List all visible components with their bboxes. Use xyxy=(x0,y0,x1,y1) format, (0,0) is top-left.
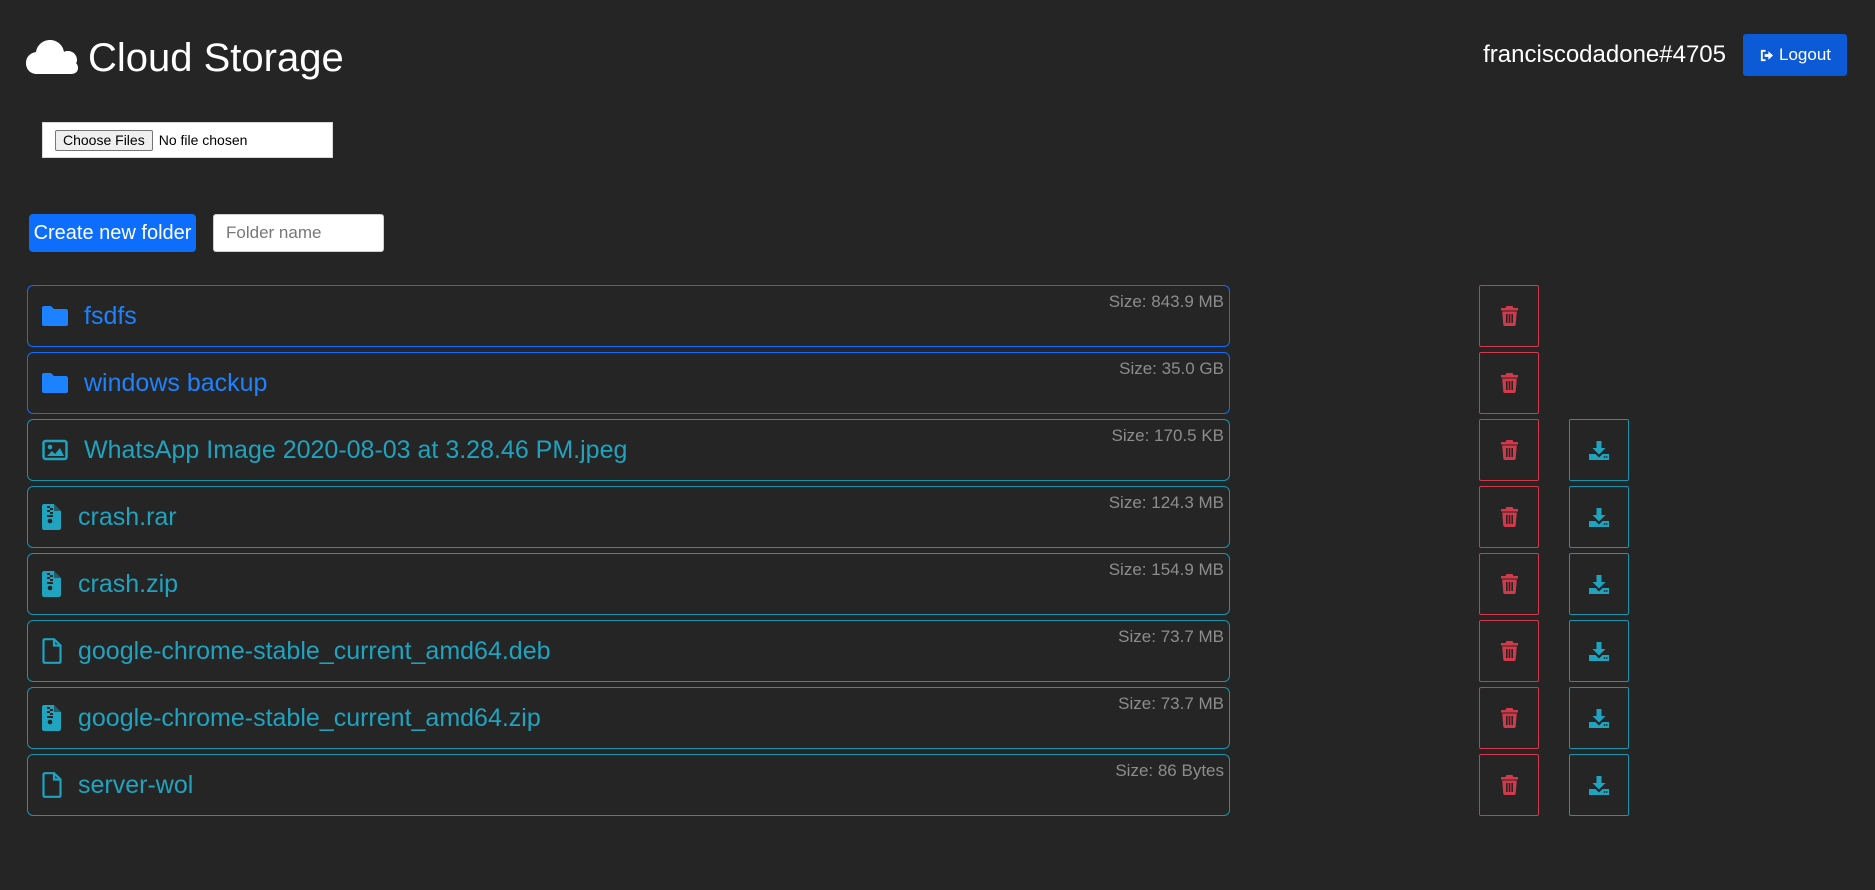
download-icon xyxy=(1589,708,1609,728)
download-button[interactable] xyxy=(1569,553,1629,615)
file-size: Size: 73.7 MB xyxy=(1118,694,1224,713)
user-area: franciscodadone#4705 Logout xyxy=(1483,34,1847,76)
image-icon xyxy=(42,437,70,463)
download-button[interactable] xyxy=(1569,687,1629,749)
file-row: crash.rar Size: 124.3 MB xyxy=(27,486,1629,548)
download-icon xyxy=(1589,574,1609,594)
file-row: windows backup Size: 35.0 GB xyxy=(27,352,1539,414)
file-size: Size: 170.5 KB xyxy=(1111,426,1224,445)
file-item[interactable]: crash.rar Size: 124.3 MB xyxy=(27,486,1230,548)
folder-item[interactable]: windows backup Size: 35.0 GB xyxy=(27,352,1230,414)
download-button[interactable] xyxy=(1569,419,1629,481)
delete-button[interactable] xyxy=(1479,486,1539,548)
file-item[interactable]: server-wol Size: 86 Bytes xyxy=(27,754,1230,816)
trash-icon xyxy=(1500,440,1518,460)
create-folder-button[interactable]: Create new folder xyxy=(29,214,196,252)
file-name[interactable]: fsdfs xyxy=(84,302,137,331)
download-button[interactable] xyxy=(1569,754,1629,816)
trash-icon xyxy=(1500,775,1518,795)
logout-button[interactable]: Logout xyxy=(1743,34,1847,76)
file-size: Size: 86 Bytes xyxy=(1115,761,1224,780)
file-name[interactable]: crash.zip xyxy=(78,570,178,599)
file-name[interactable]: WhatsApp Image 2020-08-03 at 3.28.46 PM.… xyxy=(84,436,627,465)
file-item[interactable]: crash.zip Size: 154.9 MB xyxy=(27,553,1230,615)
trash-icon xyxy=(1500,373,1518,393)
file-row: WhatsApp Image 2020-08-03 at 3.28.46 PM.… xyxy=(27,419,1629,481)
trash-icon xyxy=(1500,641,1518,661)
file-name[interactable]: server-wol xyxy=(78,771,193,800)
folder-icon xyxy=(42,370,70,396)
download-icon xyxy=(1589,641,1609,661)
file-name[interactable]: google-chrome-stable_current_amd64.zip xyxy=(78,704,541,733)
delete-button[interactable] xyxy=(1479,754,1539,816)
file-row: server-wol Size: 86 Bytes xyxy=(27,754,1629,816)
download-button[interactable] xyxy=(1569,486,1629,548)
delete-button[interactable] xyxy=(1479,419,1539,481)
folder-name-input[interactable] xyxy=(213,214,384,252)
archive-file-icon xyxy=(42,571,70,597)
delete-button[interactable] xyxy=(1479,687,1539,749)
file-size: Size: 154.9 MB xyxy=(1108,560,1224,579)
delete-button[interactable] xyxy=(1479,620,1539,682)
download-icon xyxy=(1589,775,1609,795)
file-name[interactable]: windows backup xyxy=(84,369,267,398)
file-row: google-chrome-stable_current_amd64.zip Si… xyxy=(27,687,1629,749)
file-item[interactable]: google-chrome-stable_current_amd64.zip Si… xyxy=(27,687,1230,749)
trash-icon xyxy=(1500,708,1518,728)
download-icon xyxy=(1589,507,1609,527)
logout-label: Logout xyxy=(1779,45,1831,64)
archive-file-icon xyxy=(42,504,70,530)
file-icon xyxy=(42,772,70,798)
file-icon xyxy=(42,638,70,664)
username: franciscodadone#4705 xyxy=(1483,41,1726,68)
delete-button[interactable] xyxy=(1479,553,1539,615)
sign-out-icon xyxy=(1759,48,1774,63)
folder-icon xyxy=(42,303,70,329)
app-title: Cloud Storage xyxy=(88,36,344,80)
file-row: google-chrome-stable_current_amd64.deb Si… xyxy=(27,620,1629,682)
file-row: fsdfs Size: 843.9 MB xyxy=(27,285,1539,347)
file-size: Size: 35.0 GB xyxy=(1119,359,1224,378)
choose-files-button[interactable]: Choose Files xyxy=(55,129,153,151)
download-button[interactable] xyxy=(1569,620,1629,682)
trash-icon xyxy=(1500,306,1518,326)
file-list: fsdfs Size: 843.9 MB windows backup Size: 3… xyxy=(27,285,1629,821)
file-size: Size: 73.7 MB xyxy=(1118,627,1224,646)
trash-icon xyxy=(1500,507,1518,527)
download-icon xyxy=(1589,440,1609,460)
file-item[interactable]: google-chrome-stable_current_amd64.deb Si… xyxy=(27,620,1230,682)
file-name[interactable]: crash.rar xyxy=(78,503,177,532)
file-size: Size: 843.9 MB xyxy=(1108,292,1224,311)
upload-status: No file chosen xyxy=(158,132,248,148)
cloud-storage-page: Cloud Storage franciscodadone#4705 Logou… xyxy=(0,0,1875,890)
trash-icon xyxy=(1500,574,1518,594)
delete-button[interactable] xyxy=(1479,285,1539,347)
brand: Cloud Storage xyxy=(26,34,344,82)
delete-button[interactable] xyxy=(1479,352,1539,414)
file-row: crash.zip Size: 154.9 MB xyxy=(27,553,1629,615)
cloud-icon xyxy=(26,38,78,78)
file-upload-input[interactable]: Choose Files No file chosen xyxy=(42,122,333,158)
file-item[interactable]: WhatsApp Image 2020-08-03 at 3.28.46 PM.… xyxy=(27,419,1230,481)
file-size: Size: 124.3 MB xyxy=(1108,493,1224,512)
folder-item[interactable]: fsdfs Size: 843.9 MB xyxy=(27,285,1230,347)
file-name[interactable]: google-chrome-stable_current_amd64.deb xyxy=(78,637,551,666)
archive-file-icon xyxy=(42,705,70,731)
